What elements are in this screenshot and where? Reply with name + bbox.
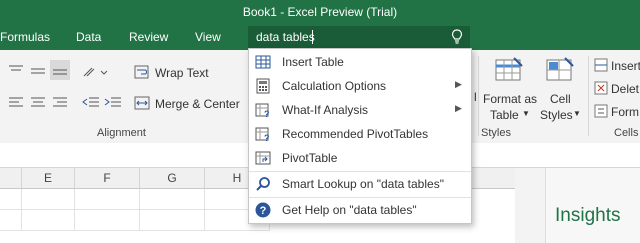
decrease-indent-icon[interactable]	[82, 96, 100, 108]
column-header[interactable]: G	[140, 168, 205, 189]
cell-styles-button[interactable]: Cell	[550, 92, 571, 106]
tell-me-results-menu: Insert Table Calculation Options ▶ ? Wha…	[248, 48, 472, 224]
format-as-table-label-line2[interactable]: Table	[490, 108, 519, 122]
cell[interactable]	[22, 210, 75, 231]
text-caret	[312, 30, 313, 44]
align-middle-icon[interactable]	[30, 66, 46, 78]
tab-review[interactable]: Review	[129, 30, 168, 44]
group-separator	[478, 56, 479, 136]
align-top-icon[interactable]	[8, 64, 24, 76]
insights-panel: Insights	[545, 168, 640, 243]
chevron-down-icon[interactable]: ▼	[573, 109, 581, 118]
menu-item-calculation-options[interactable]: Calculation Options ▶	[249, 74, 471, 98]
styles-group-label: Styles	[481, 127, 511, 139]
recommended-pivot-icon: ?	[255, 127, 270, 142]
calculator-icon	[256, 78, 270, 94]
pivottable-icon	[255, 151, 271, 165]
smart-lookup-icon	[256, 177, 270, 191]
increase-indent-icon[interactable]	[104, 96, 122, 108]
delete-cells-button[interactable]: Delet	[611, 82, 639, 96]
table-icon	[255, 55, 271, 69]
cell[interactable]	[22, 189, 75, 210]
insights-pane: Insights	[515, 168, 640, 243]
format-as-table-icon	[495, 57, 523, 81]
what-if-icon: ?	[255, 103, 270, 118]
svg-text:?: ?	[260, 205, 267, 217]
cell[interactable]	[0, 210, 22, 231]
merge-center-button[interactable]: Merge & Center	[155, 97, 240, 111]
menu-item-insert-table[interactable]: Insert Table	[249, 50, 471, 74]
menu-item-what-if-analysis[interactable]: ? What-If Analysis ▶	[249, 98, 471, 122]
align-center-icon[interactable]	[30, 96, 46, 108]
submenu-arrow-icon: ▶	[455, 103, 462, 113]
menu-item-label: Calculation Options	[282, 79, 387, 93]
menu-item-recommended-pivottables[interactable]: ? Recommended PivotTables	[249, 122, 471, 146]
tell-me-search-input[interactable]: data tables	[248, 26, 470, 48]
cell[interactable]	[140, 189, 205, 210]
delete-cells-icon	[594, 81, 608, 95]
cells-group-label: Cells	[614, 127, 639, 139]
align-bottom-icon	[53, 69, 67, 75]
align-right-icon[interactable]	[52, 96, 68, 108]
orientation-icon[interactable]	[82, 64, 108, 80]
window-title: Book1 - Excel Preview (Trial)	[242, 5, 398, 19]
group-separator	[588, 56, 589, 136]
submenu-arrow-icon: ▶	[455, 79, 462, 89]
insert-cells-button[interactable]: Insert	[611, 59, 640, 73]
chevron-down-icon[interactable]: ▼	[522, 109, 530, 118]
insert-cells-icon	[594, 58, 608, 72]
menu-item-label: Get Help on "data tables"	[282, 203, 417, 217]
menu-item-label: What-If Analysis	[282, 103, 369, 117]
svg-text:?: ?	[264, 109, 270, 118]
align-left-icon[interactable]	[8, 96, 24, 108]
cell-styles-icon	[546, 57, 574, 81]
menu-item-label: PivotTable	[282, 151, 338, 165]
tab-data[interactable]: Data	[76, 30, 101, 44]
cell[interactable]	[75, 210, 140, 231]
lightbulb-icon	[451, 29, 463, 44]
partial-label: l	[474, 90, 477, 104]
merge-center-icon	[134, 96, 150, 110]
format-cells-icon	[594, 104, 608, 118]
title-bar: Book1 - Excel Preview (Trial)	[0, 0, 640, 24]
menu-item-label: Smart Lookup on "data tables"	[282, 177, 444, 191]
format-as-table-button[interactable]: Format as	[483, 92, 537, 106]
column-header[interactable]: E	[22, 168, 75, 189]
alignment-group-label: Alignment	[97, 127, 146, 139]
align-bottom-button[interactable]	[50, 60, 70, 80]
cell[interactable]	[0, 189, 22, 210]
menu-item-get-help[interactable]: ? Get Help on "data tables"	[249, 198, 471, 222]
cell-styles-label-line2[interactable]: Styles	[540, 108, 573, 122]
cell[interactable]	[75, 189, 140, 210]
menu-item-label: Insert Table	[282, 55, 344, 69]
insights-title: Insights	[555, 205, 621, 226]
tell-me-search-value: data tables	[256, 30, 315, 44]
menu-item-pivottable[interactable]: PivotTable	[249, 146, 471, 170]
column-header-partial[interactable]	[0, 168, 22, 189]
help-icon: ?	[255, 202, 271, 218]
format-cells-button[interactable]: Form	[611, 105, 639, 119]
tab-formulas[interactable]: Formulas	[0, 30, 50, 44]
wrap-text-button[interactable]: Wrap Text	[155, 66, 209, 80]
wrap-text-icon	[134, 65, 149, 79]
menu-item-smart-lookup[interactable]: Smart Lookup on "data tables"	[249, 172, 471, 196]
svg-text:?: ?	[264, 133, 270, 142]
menu-item-label: Recommended PivotTables	[282, 127, 429, 141]
column-header[interactable]: F	[75, 168, 140, 189]
tab-view[interactable]: View	[195, 30, 221, 44]
cell[interactable]	[140, 210, 205, 231]
